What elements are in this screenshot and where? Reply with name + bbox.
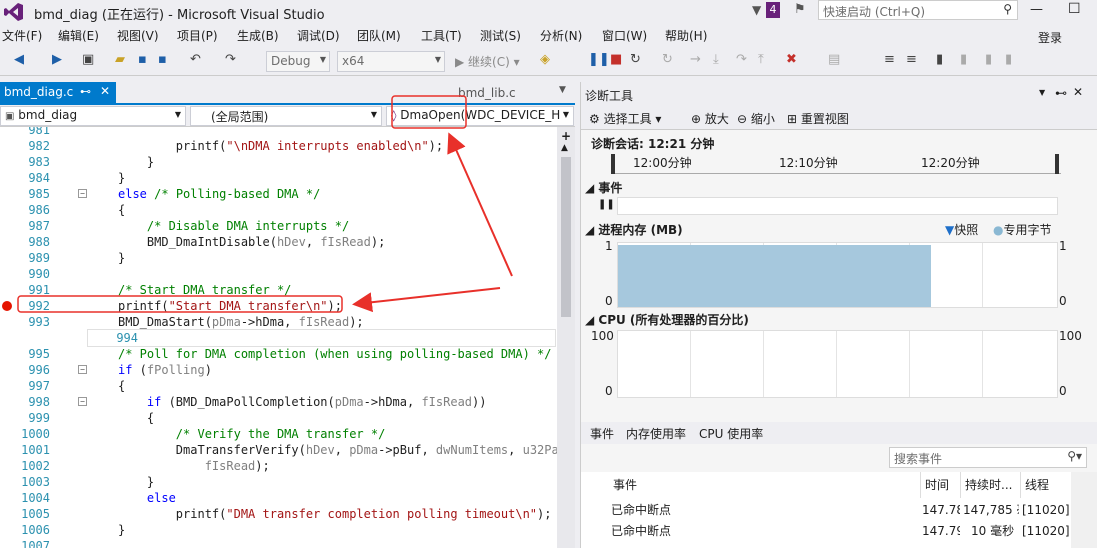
annotation-arrow-line (352, 287, 501, 313)
highlight-box-function (391, 95, 467, 129)
annotation-overlay (17, 95, 513, 313)
highlight-box-line-992 (17, 295, 343, 313)
annotation-arrow-function (447, 132, 513, 277)
